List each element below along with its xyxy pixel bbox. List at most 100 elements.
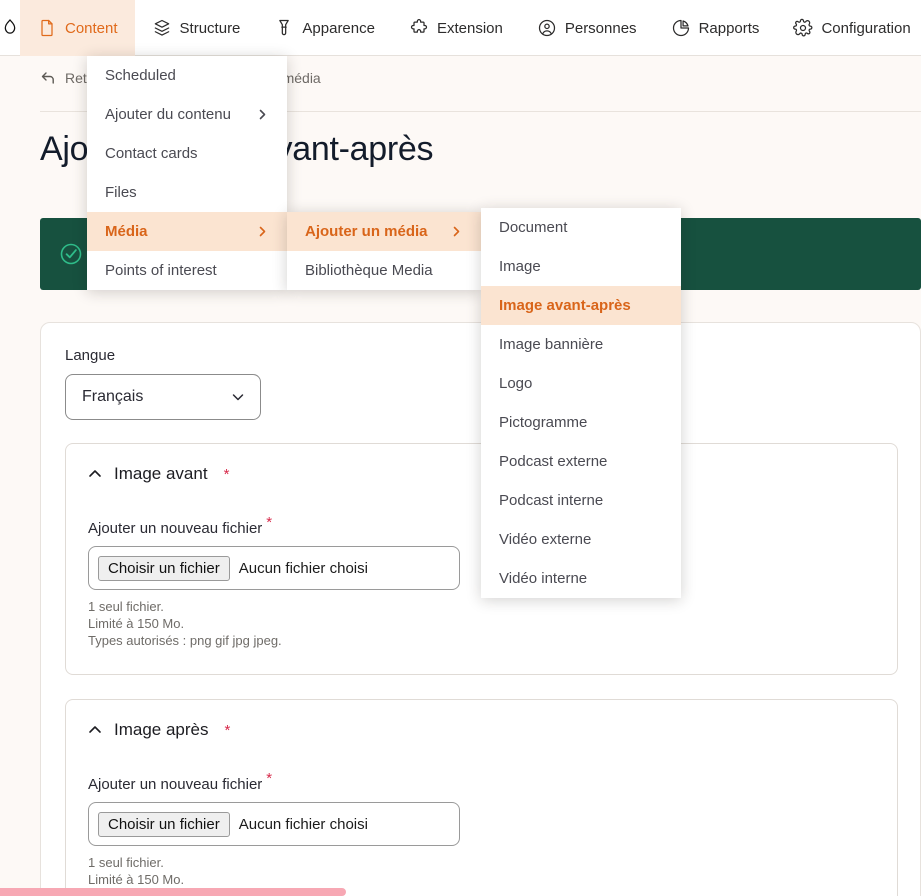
menu-item[interactable]: Podcast interne [481, 481, 681, 520]
menu-item[interactable]: Scheduled [87, 56, 287, 95]
toolbar-item-apparence[interactable]: Apparence [257, 0, 392, 56]
toolbar-item-configuration[interactable]: Configuration [776, 0, 921, 56]
menu-item[interactable]: Image bannière [481, 325, 681, 364]
back-arrow-icon [40, 70, 56, 86]
menu-item[interactable]: Pictogramme [481, 403, 681, 442]
pie-chart-icon [671, 18, 691, 38]
toolbar-item-label: Extension [437, 20, 503, 37]
toolbar-item-rapports[interactable]: Rapports [654, 0, 777, 56]
menu-item[interactable]: Ajouter un média [287, 212, 481, 251]
choose-file-button[interactable]: Choisir un fichier [98, 556, 230, 581]
toolbar-item-label: Personnes [565, 20, 637, 37]
menu-item[interactable]: Bibliothèque Media [287, 251, 481, 290]
menu-item-label: Vidéo interne [499, 570, 587, 587]
fieldset-title: Image après [114, 720, 209, 740]
required-marker: * [266, 770, 272, 787]
menu-item-label: Document [499, 219, 567, 236]
gear-icon [793, 18, 813, 38]
file-input[interactable]: Choisir un fichier Aucun fichier choisi [88, 546, 460, 590]
chevron-down-icon [230, 389, 246, 405]
menu-item-label: Image bannière [499, 336, 603, 353]
fieldset-legend[interactable]: Image après * [66, 700, 897, 740]
language-select[interactable]: Français [65, 374, 261, 420]
required-marker: * [224, 466, 230, 483]
toolbar-item-personnes[interactable]: Personnes [520, 0, 654, 56]
menu-item[interactable]: Files [87, 173, 287, 212]
menu-item-label: Bibliothèque Media [305, 262, 433, 279]
menu-item-label: Contact cards [105, 145, 198, 162]
menu-item[interactable]: Document [481, 208, 681, 247]
menu-item[interactable]: Contact cards [87, 134, 287, 173]
menu-item[interactable]: Ajouter du contenu [87, 95, 287, 134]
breadcrumb-text-end: média [283, 70, 321, 86]
file-hints: 1 seul fichier. Limité à 150 Mo. [88, 854, 897, 888]
marker-icon [274, 18, 294, 38]
menu-item-label: Ajouter du contenu [105, 106, 231, 123]
file-hints: 1 seul fichier. Limité à 150 Mo. Types a… [88, 598, 897, 649]
hint-line: Limité à 150 Mo. [88, 615, 897, 632]
menu-item-label: Podcast externe [499, 453, 607, 470]
toolbar-item-label: Structure [180, 20, 241, 37]
file-input[interactable]: Choisir un fichier Aucun fichier choisi [88, 802, 460, 846]
media-submenu: Ajouter un média Bibliothèque Media [287, 212, 481, 290]
chevron-up-icon [88, 723, 102, 737]
fieldset-title: Image avant [114, 464, 208, 484]
file-field-label-text: Ajouter un nouveau fichier [88, 520, 262, 537]
person-circle-icon [537, 18, 557, 38]
menu-item[interactable]: Vidéo externe [481, 520, 681, 559]
menu-item-label: Image avant-après [499, 297, 631, 314]
menu-item-label: Files [105, 184, 137, 201]
chevron-up-icon [88, 467, 102, 481]
check-circle-icon [58, 241, 84, 267]
menu-item[interactable]: Points of interest [87, 251, 287, 290]
document-icon [37, 18, 57, 38]
chevron-right-icon [256, 108, 269, 121]
menu-item-label: Image [499, 258, 541, 275]
drupal-drop-icon [0, 18, 20, 38]
admin-toolbar: Content Structure Apparence Extension Person… [0, 0, 921, 56]
bottom-progress-bar [0, 888, 346, 896]
language-field: Langue Français [65, 347, 261, 420]
hint-line: Limité à 150 Mo. [88, 871, 897, 888]
menu-item[interactable]: Vidéo interne [481, 559, 681, 598]
drupal-logo[interactable] [0, 0, 20, 55]
language-label: Langue [65, 347, 261, 364]
toolbar-item-label: Content [65, 20, 118, 37]
menu-item[interactable]: Podcast externe [481, 442, 681, 481]
fieldset-image-apres: Image après * Ajouter un nouveau fichier… [65, 699, 898, 896]
menu-item-label: Ajouter un média [305, 223, 428, 240]
hint-line: 1 seul fichier. [88, 598, 897, 615]
file-field-label: Ajouter un nouveau fichier* [88, 770, 897, 793]
menu-item[interactable]: Image avant-après [481, 286, 681, 325]
app-root: Content Structure Apparence Extension Person… [0, 0, 921, 896]
menu-item-label: Média [105, 223, 148, 240]
menu-item-label: Points of interest [105, 262, 217, 279]
required-marker: * [266, 514, 272, 531]
chevron-right-icon [450, 225, 463, 238]
choose-file-button[interactable]: Choisir un fichier [98, 812, 230, 837]
toolbar-item-label: Configuration [821, 20, 910, 37]
menu-item[interactable]: Média [87, 212, 287, 251]
menu-item-label: Scheduled [105, 67, 176, 84]
menu-item-label: Pictogramme [499, 414, 587, 431]
media-type-submenu: Document Image Image avant-après Image bann… [481, 208, 681, 598]
language-select-value: Français [82, 388, 143, 406]
menu-item[interactable]: Image [481, 247, 681, 286]
required-marker: * [225, 722, 231, 739]
menu-item[interactable]: Logo [481, 364, 681, 403]
toolbar-item-extension[interactable]: Extension [392, 0, 520, 56]
file-status-text: Aucun fichier choisi [239, 816, 368, 833]
menu-item-label: Logo [499, 375, 532, 392]
file-status-text: Aucun fichier choisi [239, 560, 368, 577]
menu-item-label: Vidéo externe [499, 531, 591, 548]
toolbar-item-structure[interactable]: Structure [135, 0, 258, 56]
toolbar-item-label: Apparence [302, 20, 375, 37]
toolbar-item-label: Rapports [699, 20, 760, 37]
chevron-right-icon [256, 225, 269, 238]
file-field-label-text: Ajouter un nouveau fichier [88, 776, 262, 793]
puzzle-icon [409, 18, 429, 38]
content-dropdown-menu: Scheduled Ajouter du contenu Contact cards… [87, 56, 287, 290]
hint-line: Types autorisés : png gif jpg jpeg. [88, 632, 897, 649]
layers-icon [152, 18, 172, 38]
toolbar-item-content[interactable]: Content [20, 0, 135, 56]
